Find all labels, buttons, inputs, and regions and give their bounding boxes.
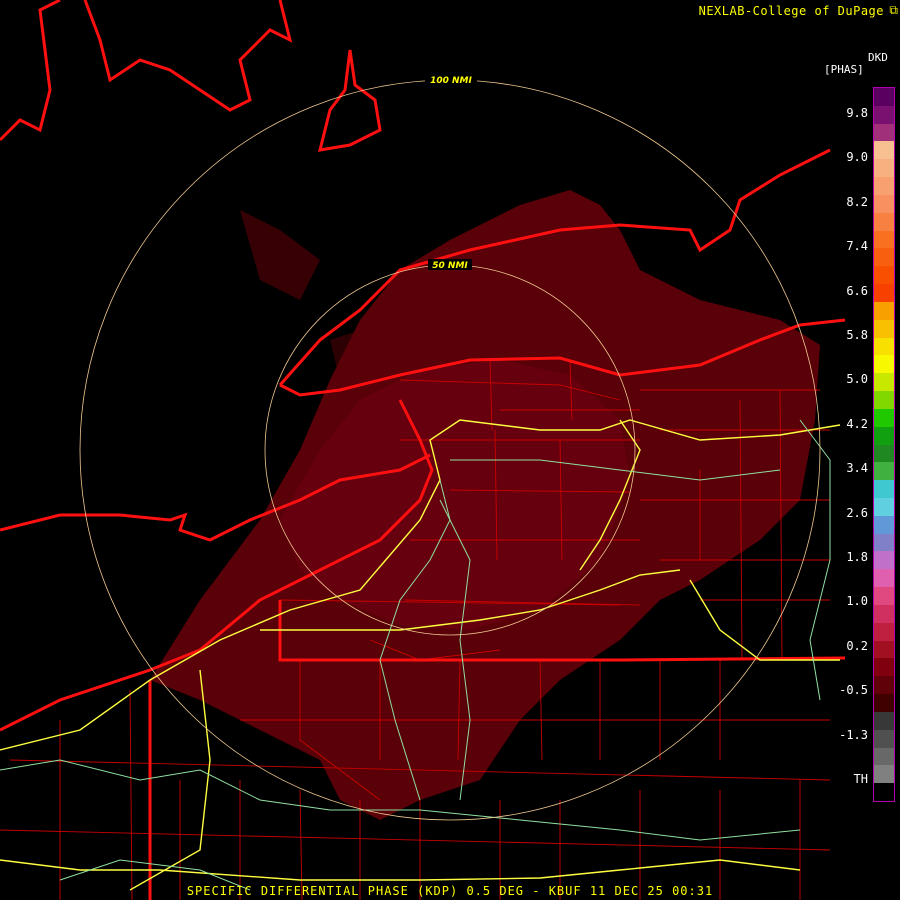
color-bar-swatch [874, 141, 894, 160]
color-bar-swatch [874, 284, 894, 303]
color-bar-swatch [874, 391, 894, 410]
color-bar-swatch [874, 337, 894, 356]
color-bar-swatch [874, 604, 894, 624]
color-bar-swatch [874, 88, 894, 107]
color-bar-swatch [874, 177, 894, 196]
color-bar-swatch [874, 640, 894, 659]
color-bar-swatch [874, 105, 894, 125]
color-bar-tick-label: TH [853, 772, 868, 786]
radar-echo-area [150, 190, 820, 820]
color-bar-swatch [874, 248, 894, 267]
color-bar-tick-label: 7.4 [846, 239, 868, 254]
color-bar-swatch [874, 783, 894, 802]
color-bar-swatch [874, 711, 894, 731]
color-bar-swatch [874, 658, 894, 677]
color-bar-swatch [874, 497, 894, 517]
color-bar-swatch [874, 569, 894, 588]
color-bar-tick-label: 9.0 [846, 150, 868, 165]
color-bar-tick-label: 8.2 [846, 194, 868, 209]
color-bar-tick-label: 9.8 [846, 106, 868, 120]
color-bar-tick-label: -1.3 [839, 727, 868, 742]
color-bar-tick-label: -0.5 [839, 683, 868, 698]
color-bar-tick-label: 3.4 [846, 461, 868, 476]
color-bar-swatch [874, 462, 894, 481]
color-bar-tick-label: 1.8 [846, 550, 868, 564]
color-bar-tick-label: 5.0 [846, 372, 868, 387]
color-bar-tick-label: 1.0 [846, 594, 868, 609]
color-bar-swatch [874, 480, 894, 499]
ring-label-50nmi: 50 NMI [432, 261, 468, 271]
color-bar-tick-label: 5.8 [846, 328, 868, 342]
color-bar-swatch [874, 587, 894, 606]
color-bar-swatch [874, 694, 894, 713]
external-link-icon[interactable]: ⧉ [889, 3, 898, 18]
color-bar-swatch [874, 533, 894, 552]
legend-units: [PHAS] [824, 63, 864, 76]
color-bar-swatch [874, 319, 894, 339]
color-bar-swatch [874, 194, 894, 214]
color-bar-swatch [874, 266, 894, 285]
color-bar-swatch [874, 159, 894, 178]
legend-product: DKD [868, 51, 888, 64]
color-bar-swatch [874, 123, 894, 142]
color-bar-swatch [874, 729, 894, 748]
color-bar-swatch [874, 765, 894, 784]
color-bar-tick-label: 2.6 [846, 505, 868, 520]
color-bar-swatch [874, 747, 894, 766]
color-bar-swatch [874, 212, 894, 232]
color-bar-swatch [874, 676, 894, 695]
product-caption: SPECIFIC DIFFERENTIAL PHASE (KDP) 0.5 DE… [186, 884, 714, 898]
color-bar-swatch [874, 408, 894, 428]
color-bar-tick-label: 0.2 [846, 638, 868, 653]
ring-label-100nmi: 100 NMI [430, 76, 472, 86]
color-bar-swatch [874, 301, 894, 321]
color-bar-swatch [874, 426, 894, 445]
color-bar-tick-label: 4.2 [846, 416, 868, 431]
color-bar-swatch [874, 551, 894, 570]
color-bar-swatch [874, 355, 894, 374]
color-bar-swatch [874, 622, 894, 642]
credit-label: NEXLAB-College of DuPage [698, 4, 884, 18]
radar-map: 100 NMI 50 NMI [0, 0, 846, 900]
color-bar-swatch [874, 373, 894, 392]
color-bar-swatch [874, 515, 894, 535]
color-bar [873, 87, 895, 802]
color-bar-tick-label: 6.6 [846, 283, 868, 298]
color-bar-swatch [874, 230, 894, 249]
color-bar-swatch [874, 444, 894, 463]
